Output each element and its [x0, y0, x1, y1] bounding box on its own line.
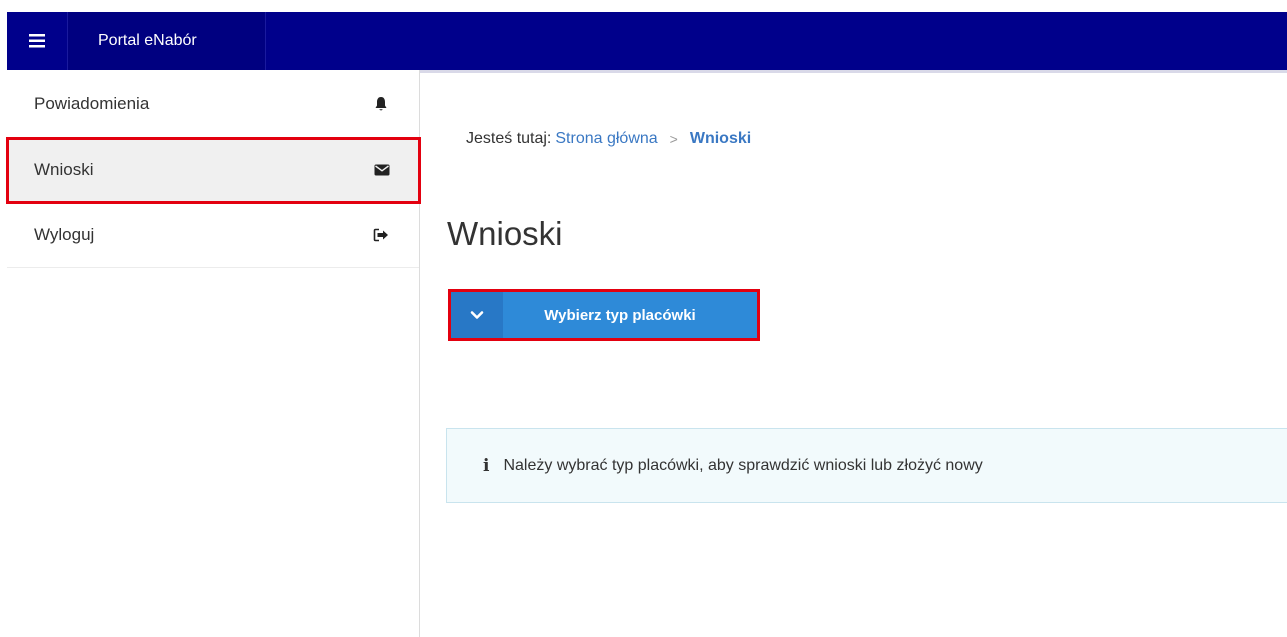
- hamburger-icon: [29, 34, 45, 48]
- info-alert: i Należy wybrać typ placówki, aby sprawd…: [446, 428, 1287, 503]
- envelope-icon: [374, 162, 390, 178]
- sidebar-item-label: Powiadomienia: [34, 93, 150, 113]
- sidebar-item-applications[interactable]: Wnioski: [6, 137, 421, 204]
- info-icon: i: [483, 455, 490, 476]
- breadcrumb-current[interactable]: Wnioski: [690, 130, 751, 148]
- hamburger-menu-button[interactable]: [7, 12, 67, 70]
- info-message: Należy wybrać typ placówki, aby sprawdzi…: [503, 456, 983, 474]
- breadcrumb-home-link[interactable]: Strona główna: [555, 130, 657, 148]
- sign-out-icon: [373, 227, 389, 243]
- breadcrumb-prefix: Jesteś tutaj:: [466, 130, 552, 147]
- breadcrumb: Jesteś tutaj: Strona główna > Wnioski: [466, 130, 751, 148]
- select-facility-type-button[interactable]: Wybierz typ placówki: [448, 289, 760, 341]
- sidebar-item-logout[interactable]: Wyloguj: [7, 203, 419, 268]
- sidebar-item-notifications[interactable]: Powiadomienia: [7, 70, 419, 138]
- select-facility-type-label: Wybierz typ placówki: [544, 306, 696, 324]
- breadcrumb-separator: >: [669, 131, 678, 147]
- top-navbar: Portal eNabór: [7, 12, 1287, 70]
- main-content: Jesteś tutaj: Strona główna > Wnioski Wn…: [421, 73, 1287, 637]
- chevron-down-icon: [451, 292, 503, 338]
- sidebar: Powiadomienia Wnioski Wyloguj: [6, 70, 421, 637]
- bell-icon: [373, 96, 389, 112]
- app-title-link[interactable]: Portal eNabór: [67, 12, 266, 70]
- sidebar-item-label: Wyloguj: [34, 225, 95, 244]
- sidebar-item-label: Wnioski: [34, 160, 94, 179]
- page-title: Wnioski: [447, 215, 563, 252]
